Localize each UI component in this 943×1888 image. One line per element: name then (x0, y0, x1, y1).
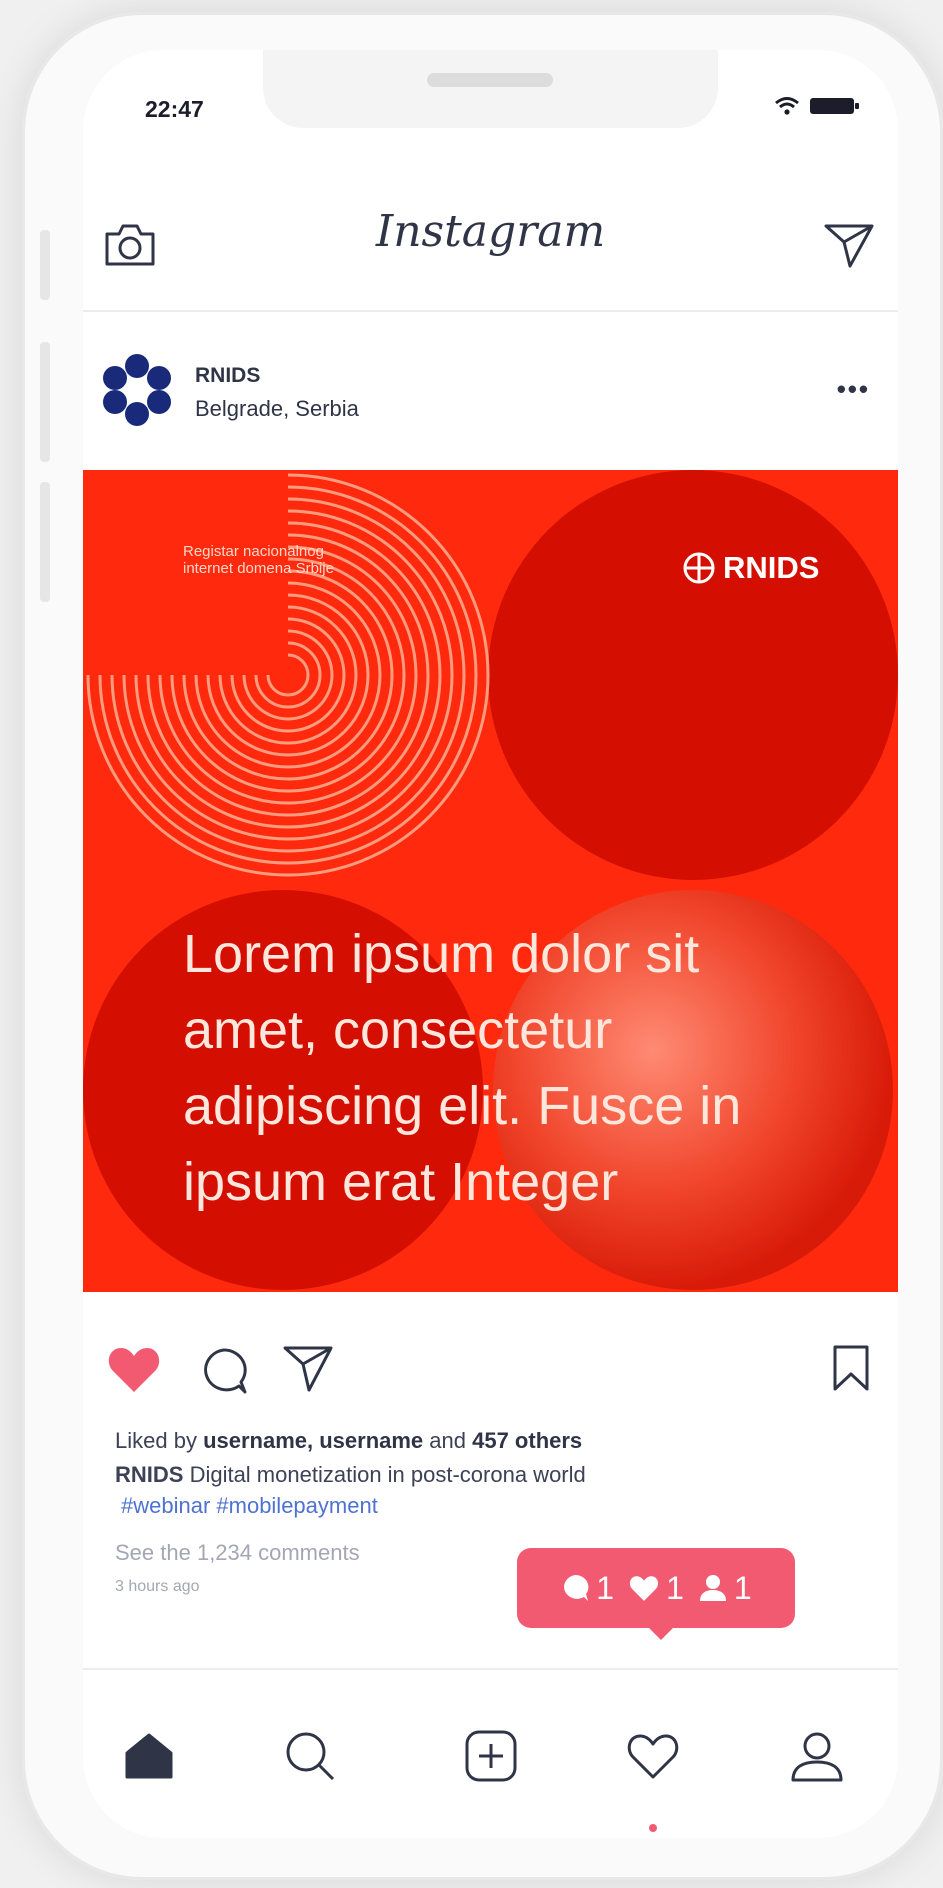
share-icon[interactable] (283, 1344, 333, 1392)
activity-indicator-dot (649, 1824, 657, 1832)
battery-icon (810, 98, 859, 114)
wifi-icon (775, 97, 799, 115)
post-image[interactable]: Registar nacionalnog internet domena Srb… (83, 470, 898, 1292)
comment-icon[interactable] (199, 1346, 249, 1396)
phone-screen: 22:47 Instagram RNIDS Belgrade, Serbia •… (83, 50, 898, 1838)
side-button (40, 230, 50, 300)
notif-comments-count: 1 (596, 1569, 615, 1606)
post-location[interactable]: Belgrade, Serbia (195, 396, 359, 422)
notif-likes-count: 1 (666, 1569, 684, 1606)
add-icon (465, 1730, 517, 1782)
likes-text: Liked by username, username and 457 othe… (115, 1428, 582, 1454)
notch (263, 50, 718, 128)
side-button (40, 342, 50, 462)
bottom-nav (83, 1668, 898, 1838)
app-logo: Instagram (375, 206, 606, 257)
nav-add[interactable] (461, 1726, 521, 1786)
notif-followers: 1 (698, 1570, 752, 1607)
brand-name: RNIDS (723, 550, 820, 585)
home-icon (125, 1733, 173, 1779)
status-time: 22:47 (145, 96, 204, 122)
speaker-grille (427, 73, 553, 87)
post-caption: RNIDS Digital monetization in post-coron… (115, 1462, 586, 1488)
notif-followers-count: 1 (733, 1569, 752, 1606)
user-notif-icon (699, 1575, 726, 1601)
profile-icon (791, 1732, 843, 1782)
heart-notif-icon (630, 1576, 659, 1601)
search-icon (286, 1732, 335, 1781)
app-header: Instagram (83, 170, 898, 312)
more-icon[interactable]: ••• (837, 374, 870, 405)
nav-profile[interactable] (787, 1726, 847, 1786)
image-headline: Lorem ipsum dolor sit amet, consectetur … (183, 924, 742, 1212)
likes-middle: and (423, 1428, 473, 1453)
post-time: 3 hours ago (115, 1578, 200, 1595)
rnids-logo-icon (683, 552, 715, 584)
post-hashtags[interactable]: #webinar #mobilepayment (121, 1493, 378, 1519)
notif-likes: 1 (628, 1570, 684, 1607)
post-username[interactable]: RNIDS (195, 364, 260, 388)
registar-line-1: Registar nacionalnog (183, 543, 324, 560)
notif-comments: 1 (560, 1570, 614, 1607)
post-actions (83, 1292, 898, 1432)
registar-text: Registar nacionalnog internet domena Srb… (183, 543, 334, 577)
notification-pointer (647, 1626, 675, 1640)
caption-user[interactable]: RNIDS (115, 1462, 183, 1487)
bookmark-icon[interactable] (832, 1344, 870, 1392)
comments-link[interactable]: See the 1,234 comments (115, 1540, 360, 1566)
avatar[interactable] (101, 354, 173, 426)
caption-text: Digital monetization in post-corona worl… (183, 1462, 586, 1487)
send-icon[interactable] (824, 222, 874, 268)
brand-logo: RNIDS (683, 550, 819, 586)
nav-search[interactable] (280, 1726, 340, 1786)
nav-home[interactable] (119, 1726, 179, 1786)
status-icons (774, 96, 860, 116)
heart-icon[interactable] (107, 1344, 161, 1394)
likes-prefix: Liked by (115, 1428, 204, 1453)
post-header: RNIDS Belgrade, Serbia ••• (83, 310, 898, 470)
activity-icon (627, 1734, 679, 1779)
activity-notification[interactable]: 1 1 1 (517, 1548, 795, 1628)
likes-others[interactable]: 457 others (472, 1428, 582, 1453)
registar-line-2: internet domena Srbije (183, 560, 334, 577)
comment-notif-icon (564, 1574, 589, 1601)
nav-activity[interactable] (623, 1726, 683, 1786)
side-button (40, 482, 50, 602)
likes-users[interactable]: username, username (203, 1428, 423, 1453)
